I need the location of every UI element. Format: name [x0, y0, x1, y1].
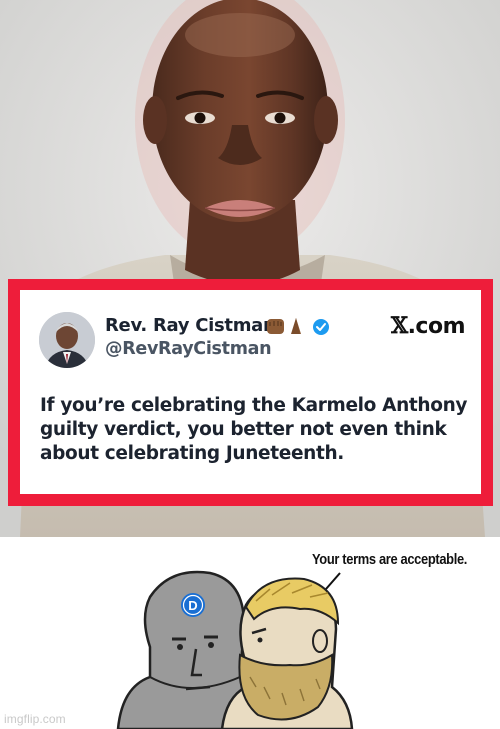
- tweet-screenshot: Rev. Ray Cistman @RevRayCistman 𝕏.com If…: [8, 279, 493, 506]
- x-logo-icon: 𝕏: [390, 313, 408, 339]
- avatar-portrait-icon: [39, 312, 95, 368]
- verified-badge-icon: [313, 319, 329, 335]
- npc-chad-meme: D Your terms are acceptable. imgflip.com: [0, 537, 500, 729]
- mugshot-photo: Rev. Ray Cistman @RevRayCistman 𝕏.com If…: [0, 0, 500, 537]
- npc-badge-letter: D: [188, 598, 197, 613]
- site-label-text: .com: [407, 314, 466, 339]
- tweet-card: Rev. Ray Cistman @RevRayCistman 𝕏.com If…: [20, 290, 481, 494]
- raised-fist-emoji: [267, 319, 284, 334]
- tweet-avatar: [39, 312, 95, 368]
- tweet-handle: @RevRayCistman: [105, 339, 272, 359]
- imgflip-watermark: imgflip.com: [4, 712, 66, 726]
- tweet-name-emojis: [267, 318, 329, 335]
- tweet-body: If you’re celebrating the Karmelo Anthon…: [40, 395, 468, 464]
- tweet-display-name: Rev. Ray Cistman: [105, 315, 276, 336]
- speech-tail: [325, 572, 341, 590]
- site-label: 𝕏.com: [390, 313, 466, 339]
- praying-hands-emoji: [291, 318, 301, 334]
- speech-bubble-text: Your terms are acceptable.: [312, 551, 468, 568]
